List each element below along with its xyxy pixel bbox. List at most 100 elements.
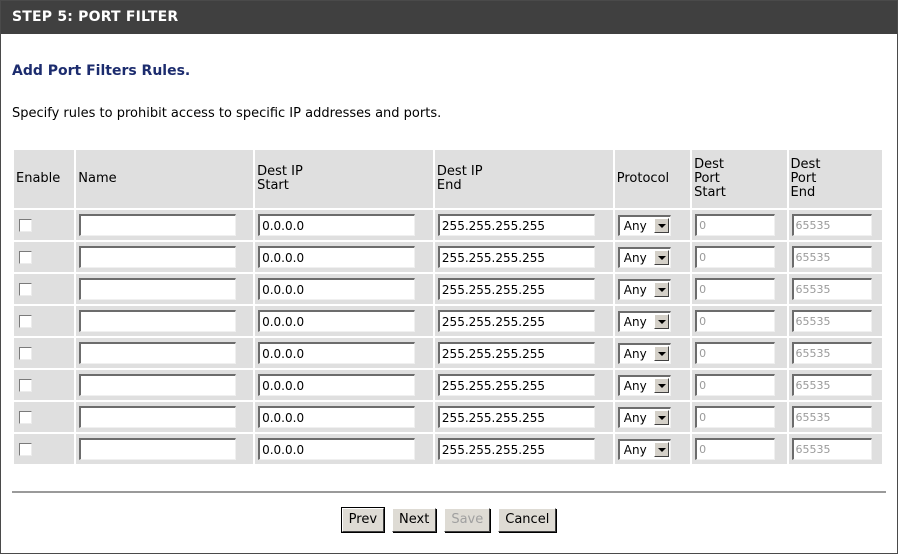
col-dest-ip-end-line1: Dest IP	[436, 164, 483, 179]
dest-ip-end-input[interactable]	[437, 374, 595, 396]
chevron-down-icon[interactable]	[653, 217, 669, 233]
dest-port-start-input[interactable]	[695, 342, 776, 364]
port-end-cell	[788, 274, 882, 304]
name-input[interactable]	[79, 342, 237, 364]
dest-port-start-input[interactable]	[695, 406, 776, 428]
chevron-down-icon[interactable]	[653, 409, 669, 425]
chevron-down-icon[interactable]	[653, 281, 669, 297]
ip-end-cell	[434, 210, 613, 240]
enable-cell	[14, 338, 75, 368]
dest-port-start-input[interactable]	[695, 246, 776, 268]
table-header-row: Enable Name Dest IP Start Dest IP End Pr…	[14, 150, 882, 208]
name-input[interactable]	[79, 438, 237, 460]
next-button[interactable]: Next	[392, 508, 437, 532]
protocol-cell: Any	[614, 434, 691, 464]
dest-port-start-input[interactable]	[695, 374, 776, 396]
col-dest-port-end-line1: Dest	[790, 157, 821, 172]
ip-start-cell	[255, 402, 433, 432]
name-input[interactable]	[79, 374, 237, 396]
port-start-cell	[692, 402, 787, 432]
name-input[interactable]	[79, 278, 237, 300]
dest-ip-end-input[interactable]	[437, 214, 595, 236]
name-input[interactable]	[79, 214, 237, 236]
dest-ip-end-input[interactable]	[437, 438, 595, 460]
dest-port-start-input[interactable]	[695, 214, 776, 236]
dest-ip-start-input[interactable]	[258, 278, 416, 300]
enable-checkbox[interactable]	[19, 378, 32, 392]
port-filter-panel: STEP 5: PORT FILTER Add Port Filters Rul…	[0, 0, 898, 554]
ip-end-cell	[434, 370, 613, 400]
chevron-down-icon[interactable]	[653, 249, 669, 265]
dest-ip-start-input[interactable]	[258, 438, 416, 460]
dest-port-start-input[interactable]	[695, 310, 776, 332]
table-row: Any	[14, 306, 882, 336]
protocol-select[interactable]: Any	[617, 374, 671, 396]
prev-button[interactable]: Prev	[340, 507, 386, 533]
dest-port-start-input[interactable]	[695, 278, 776, 300]
cancel-button[interactable]: Cancel	[498, 508, 557, 532]
col-dest-ip-end: Dest IP End	[434, 150, 613, 208]
rules-body: Any Any Any Any Any Any Any Any	[14, 210, 882, 464]
col-dest-port-end-line3: End	[790, 185, 816, 200]
dest-ip-end-input[interactable]	[437, 342, 595, 364]
port-end-cell	[788, 402, 882, 432]
chevron-down-icon[interactable]	[653, 441, 669, 457]
ip-end-cell	[434, 306, 613, 336]
divider	[12, 491, 886, 493]
dest-port-end-input[interactable]	[791, 374, 872, 396]
enable-checkbox[interactable]	[19, 410, 32, 424]
dest-port-end-input[interactable]	[791, 438, 872, 460]
port-end-cell	[788, 242, 882, 272]
enable-checkbox[interactable]	[19, 282, 32, 296]
dest-port-end-input[interactable]	[791, 246, 872, 268]
dest-port-end-input[interactable]	[791, 278, 872, 300]
protocol-select[interactable]: Any	[617, 342, 671, 364]
table-row: Any	[14, 242, 882, 272]
port-end-cell	[788, 306, 882, 336]
dest-ip-start-input[interactable]	[258, 374, 416, 396]
ip-start-cell	[255, 338, 433, 368]
name-input[interactable]	[79, 406, 237, 428]
table-row: Any	[14, 338, 882, 368]
dest-ip-end-input[interactable]	[437, 310, 595, 332]
col-dest-port-start-line2: Port	[694, 171, 720, 186]
dest-port-end-input[interactable]	[791, 214, 872, 236]
name-cell	[76, 402, 254, 432]
enable-checkbox[interactable]	[19, 314, 32, 328]
dest-ip-end-input[interactable]	[437, 406, 595, 428]
protocol-select[interactable]: Any	[617, 438, 671, 460]
name-input[interactable]	[79, 310, 237, 332]
protocol-select[interactable]: Any	[617, 310, 671, 332]
protocol-select[interactable]: Any	[617, 406, 671, 428]
dest-ip-end-input[interactable]	[437, 246, 595, 268]
protocol-select[interactable]: Any	[617, 214, 671, 236]
enable-checkbox[interactable]	[19, 218, 32, 232]
enable-checkbox[interactable]	[19, 250, 32, 264]
chevron-down-icon[interactable]	[653, 345, 669, 361]
dest-port-end-input[interactable]	[791, 310, 872, 332]
name-input[interactable]	[79, 246, 237, 268]
dest-ip-end-input[interactable]	[437, 278, 595, 300]
dest-port-end-input[interactable]	[791, 406, 872, 428]
port-start-cell	[692, 274, 787, 304]
protocol-select[interactable]: Any	[617, 278, 671, 300]
dest-ip-start-input[interactable]	[258, 342, 416, 364]
port-end-cell	[788, 370, 882, 400]
chevron-down-icon[interactable]	[653, 377, 669, 393]
dest-ip-start-input[interactable]	[258, 310, 416, 332]
protocol-select[interactable]: Any	[617, 246, 671, 268]
enable-checkbox[interactable]	[19, 346, 32, 360]
protocol-value: Any	[623, 442, 647, 457]
chevron-down-icon[interactable]	[653, 313, 669, 329]
enable-checkbox[interactable]	[19, 442, 32, 456]
port-start-cell	[692, 210, 787, 240]
protocol-cell: Any	[614, 370, 691, 400]
dest-ip-start-input[interactable]	[258, 246, 416, 268]
protocol-cell: Any	[614, 210, 691, 240]
enable-cell	[14, 434, 75, 464]
col-dest-ip-start-line1: Dest IP	[257, 164, 303, 179]
dest-ip-start-input[interactable]	[258, 214, 416, 236]
dest-port-end-input[interactable]	[791, 342, 872, 364]
dest-port-start-input[interactable]	[695, 438, 776, 460]
dest-ip-start-input[interactable]	[258, 406, 416, 428]
